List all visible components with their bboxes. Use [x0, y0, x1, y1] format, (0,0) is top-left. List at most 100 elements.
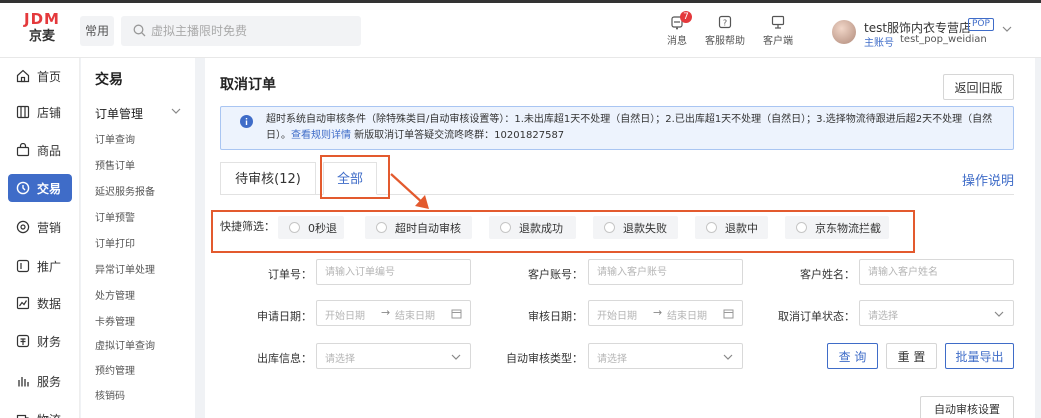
monitor-icon — [771, 15, 785, 29]
sidebar-item-data[interactable]: 数据 — [8, 289, 72, 317]
tab-pending-review[interactable]: 待审核(12) — [220, 162, 316, 195]
radio-button[interactable] — [706, 222, 717, 233]
subnav-item-delay-report[interactable]: 延迟服务报备 — [95, 183, 155, 198]
outbound-info-label: 出库信息： — [257, 352, 312, 365]
radio-button[interactable] — [289, 222, 300, 233]
client-download-button[interactable]: 客户端 — [753, 15, 803, 47]
help-icon: ? — [718, 15, 732, 29]
cancel-status-label: 取消订单状态： — [778, 310, 855, 323]
review-date-range-picker[interactable]: 开始日期 → 结束日期 — [588, 300, 743, 326]
quick-filter-refund-success[interactable]: 退款成功 — [489, 216, 576, 239]
marketing-icon — [16, 220, 30, 234]
view-rules-link[interactable]: 查看规则详情 — [291, 130, 351, 141]
top-bar: JDM 京麦 常用 7 消息 ? 客服帮助 客户端 test服饰内衣专营店 PO… — [0, 0, 1041, 58]
operation-guide-link[interactable]: 操作说明 — [962, 170, 1014, 189]
auto-review-type-select[interactable]: 请选择 — [588, 343, 743, 369]
sidebar-item-finance[interactable]: 财务 — [8, 327, 72, 355]
logo-bottom-text: 京麦 — [28, 29, 55, 44]
reset-button[interactable]: 重 置 — [886, 343, 937, 369]
bag-icon — [16, 143, 30, 157]
radio-button[interactable] — [500, 222, 511, 233]
radio-button[interactable] — [604, 222, 615, 233]
quick-filter-jd-logistics-intercept[interactable]: 京东物流拦截 — [785, 216, 889, 239]
subnav-item-prescription[interactable]: 处方管理 — [95, 287, 135, 302]
date-end-placeholder: 结束日期 — [667, 311, 707, 322]
quick-filter-auto-review[interactable]: 超时自动审核 — [365, 216, 472, 239]
radio-button[interactable] — [796, 222, 807, 233]
customer-help-label: 客服帮助 — [705, 36, 745, 47]
search-input[interactable] — [151, 16, 351, 46]
subnav-item-coupon[interactable]: 卡券管理 — [95, 313, 135, 328]
sidebar-item-service[interactable]: 服务 — [8, 367, 72, 395]
subnav-item-order-query[interactable]: 订单查询 — [95, 131, 135, 146]
date-start-placeholder: 开始日期 — [597, 311, 637, 322]
sidebar-item-label: 营销 — [37, 221, 62, 235]
customer-name-input[interactable] — [859, 259, 1014, 285]
account-name: test_pop_weidian — [900, 34, 987, 45]
promotion-icon — [16, 259, 30, 273]
subnav-item-reservation[interactable]: 预约管理 — [95, 362, 135, 377]
date-arrow: → — [653, 306, 663, 319]
cancel-status-select[interactable]: 请选择 — [859, 300, 1014, 326]
sidebar-item-goods[interactable]: 商品 — [8, 136, 72, 164]
avatar[interactable] — [832, 20, 856, 44]
common-menu-button[interactable]: 常用 — [80, 16, 114, 46]
subnav-item-abnormal-orders[interactable]: 异常订单处理 — [95, 261, 155, 276]
customer-help-button[interactable]: ? 客服帮助 — [700, 15, 750, 47]
quick-filter-text: 退款中 — [725, 222, 758, 235]
radio-button[interactable] — [376, 222, 387, 233]
account-type: 主账号 — [864, 38, 894, 49]
subnav-item-verification-code[interactable]: 核销码 — [95, 387, 125, 402]
sidebar-item-store[interactable]: 店铺 — [8, 98, 72, 126]
subnav-item-order-alert[interactable]: 订单预警 — [95, 209, 135, 224]
chevron-down-icon[interactable] — [1002, 26, 1012, 32]
select-placeholder: 请选择 — [325, 354, 355, 365]
select-placeholder: 请选择 — [868, 311, 898, 322]
logo-top-text: JDM — [24, 10, 60, 28]
sidebar-item-label: 服务 — [37, 375, 62, 389]
date-arrow: → — [381, 306, 391, 319]
sidebar-item-label: 推广 — [37, 260, 62, 274]
jdm-logo[interactable]: JDM 京麦 — [22, 11, 62, 45]
quick-filter-refund-failed[interactable]: 退款失败 — [593, 216, 678, 239]
quick-filter-label: 快捷筛选： — [220, 220, 275, 233]
order-no-input[interactable] — [316, 259, 471, 285]
quick-filter-0s-refund[interactable]: 0秒退 — [278, 216, 344, 239]
trade-icon — [16, 181, 30, 195]
quick-filter-text: 退款失败 — [623, 222, 667, 235]
info-icon — [240, 115, 253, 128]
messages-button[interactable]: 7 消息 — [652, 11, 702, 47]
sidebar-item-marketing[interactable]: 营销 — [8, 213, 72, 241]
customer-account-input[interactable] — [588, 259, 743, 285]
back-to-old-version-button[interactable]: 返回旧版 — [943, 74, 1014, 100]
outbound-info-select[interactable]: 请选择 — [316, 343, 471, 369]
search-box[interactable] — [121, 16, 361, 46]
calendar-icon — [451, 309, 462, 319]
auto-review-settings-button[interactable]: 自动审核设置 — [920, 396, 1014, 418]
sidebar-item-home[interactable]: 首页 — [8, 62, 72, 90]
pop-badge: POP — [968, 18, 994, 31]
subnav-group-order-management[interactable]: 订单管理 — [95, 105, 143, 122]
info-text: 超时系统自动审核条件（除特殊类目/自动审核设置等）：1.未出库超1天不处理（自然… — [266, 112, 1006, 144]
apply-date-label: 申请日期： — [257, 310, 312, 323]
sidebar-item-trade[interactable]: 交易 — [8, 174, 72, 202]
subnav-item-presale-orders[interactable]: 预售订单 — [95, 157, 135, 172]
logistics-icon — [16, 414, 29, 418]
subnav-item-virtual-orders[interactable]: 虚拟订单查询 — [95, 337, 155, 352]
batch-export-button[interactable]: 批量导出 — [945, 343, 1014, 369]
quick-filter-refunding[interactable]: 退款中 — [695, 216, 768, 239]
service-icon — [18, 377, 29, 387]
sidebar-item-label: 交易 — [37, 182, 62, 196]
info-group-text: 新版取消订单答疑交流咚咚群：10201827587 — [351, 130, 565, 141]
query-button[interactable]: 查 询 — [827, 343, 878, 369]
chevron-down-icon — [723, 354, 733, 360]
sidebar-item-promotion[interactable]: 推广 — [8, 252, 72, 280]
sidebar-item-label: 财务 — [37, 335, 62, 349]
search-icon — [133, 24, 146, 37]
chevron-down-icon[interactable] — [171, 108, 181, 114]
subnav-item-order-print[interactable]: 订单打印 — [95, 235, 135, 250]
page-title: 取消订单 — [220, 77, 276, 93]
apply-date-range-picker[interactable]: 开始日期 → 结束日期 — [316, 300, 471, 326]
home-icon — [16, 69, 30, 83]
sidebar-item-logistics[interactable]: 物流 — [8, 405, 72, 418]
